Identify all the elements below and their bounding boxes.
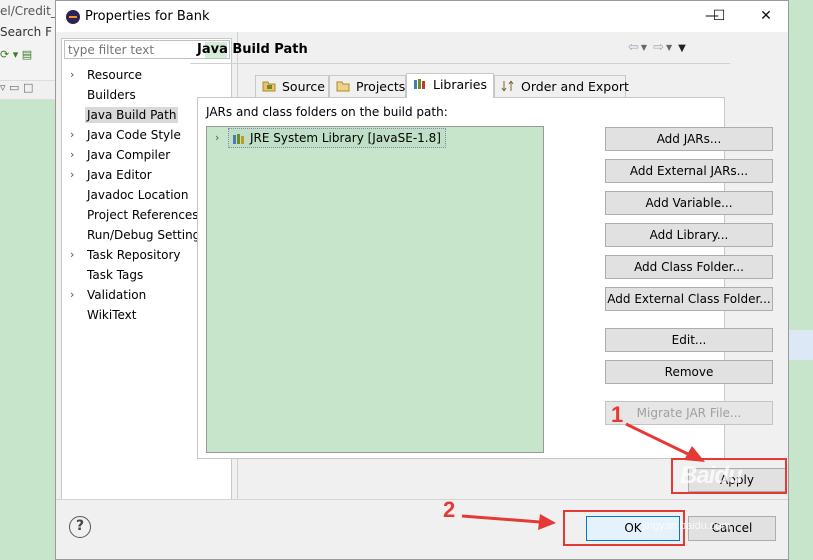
expand-arrow-icon[interactable]: ›	[70, 285, 80, 305]
maximize-view-icon[interactable]: □	[23, 81, 33, 94]
remove-button[interactable]: Remove	[605, 360, 773, 384]
tree-item-label: Task Tags	[87, 268, 144, 282]
forward-dropdown-icon[interactable]: ▼	[666, 43, 672, 52]
dialog-title: Properties for Bank	[85, 9, 210, 24]
tab-label: Order and Export	[521, 79, 629, 94]
toolbar-icon[interactable]: ▤	[22, 48, 32, 61]
tab-source[interactable]: Source	[255, 75, 329, 97]
background-toolbar: ⟳ ▾ ▤	[0, 48, 56, 72]
background-menu-label-2: F	[45, 25, 52, 39]
tree-item-label: Java Code Style	[87, 128, 181, 142]
chevron-down-icon[interactable]: ▾	[13, 48, 19, 61]
tree-item-label: Javadoc Location	[87, 188, 189, 202]
background-path-text: el/Credit_	[0, 4, 57, 18]
tree-item-label: Builders	[87, 88, 136, 102]
minimize-view-icon[interactable]: ▭	[9, 81, 19, 94]
expand-arrow-icon[interactable]: ›	[70, 145, 80, 165]
expand-arrow-icon[interactable]: ›	[70, 65, 80, 85]
background-view-toolbar: ▿ ▭ □	[0, 80, 56, 100]
maximize-button[interactable]: ☐	[704, 5, 734, 27]
tree-item-label: Java Build Path	[85, 107, 179, 123]
view-menu-icon[interactable]: ▿	[0, 81, 6, 94]
tree-item-label: Validation	[87, 288, 147, 302]
list-item-jre-system-library[interactable]: JRE System Library [JavaSE-1.8]	[228, 128, 446, 148]
tree-item-label: Project References	[87, 208, 199, 222]
libraries-list[interactable]: › JRE System Library [JavaSE-1.8]	[206, 126, 544, 453]
background-menu-search[interactable]: Search F	[0, 25, 52, 39]
background-right-highlight	[789, 330, 813, 360]
refresh-icon[interactable]: ⟳	[0, 48, 9, 61]
tree-item-label: Run/Debug Settings	[87, 228, 207, 242]
view-menu-icon[interactable]: ▼	[678, 43, 686, 54]
source-folder-icon	[262, 81, 276, 92]
add-library-button[interactable]: Add Library...	[605, 223, 773, 247]
expand-arrow-icon[interactable]: ›	[70, 125, 80, 145]
tab-label: Libraries	[433, 77, 487, 92]
projects-folder-icon	[336, 81, 350, 92]
step-2-label: 2	[443, 497, 456, 522]
edit-button[interactable]: Edit...	[605, 328, 773, 352]
close-button[interactable]: ✕	[751, 5, 781, 27]
dialog-titlebar[interactable]: Properties for Bank — ☐ ✕	[56, 1, 788, 32]
tree-item-label: WikiText	[87, 308, 137, 322]
watermark-url: jingyan.baidu.com	[642, 520, 731, 532]
tab-libraries[interactable]: Libraries	[406, 73, 494, 98]
tree-item-label: Java Editor	[87, 168, 152, 182]
watermark-logo: Baidu	[680, 462, 743, 489]
add-jars-button[interactable]: Add JARs...	[605, 127, 773, 151]
add-external-class-folder-button[interactable]: Add External Class Folder...	[605, 287, 773, 311]
expand-arrow-icon[interactable]: ›	[70, 245, 80, 265]
add-class-folder-button[interactable]: Add Class Folder...	[605, 255, 773, 279]
library-label: JRE System Library [JavaSE-1.8]	[250, 131, 441, 145]
tab-label: Projects	[356, 79, 406, 94]
history-navigation: ⇦ ▼ ⇨ ▼ ▼	[628, 40, 686, 55]
migrate-jar-button[interactable]: Migrate JAR File...	[605, 401, 773, 425]
footer-divider	[56, 499, 788, 500]
tab-projects[interactable]: Projects	[329, 75, 406, 97]
back-dropdown-icon[interactable]: ▼	[641, 43, 647, 52]
tab-label: Source	[282, 79, 325, 94]
library-icon	[233, 133, 244, 144]
step-1-label: 1	[611, 402, 624, 427]
tree-item-resource[interactable]: › Resource	[62, 65, 231, 85]
page-title: Java Build Path	[197, 42, 308, 57]
background-editor	[0, 100, 56, 560]
order-export-icon	[501, 80, 514, 92]
expand-arrow-icon[interactable]: ›	[215, 131, 219, 144]
libraries-icon	[414, 79, 425, 89]
add-external-jars-button[interactable]: Add External JARs...	[605, 159, 773, 183]
tree-item-label: Java Compiler	[87, 148, 171, 162]
back-arrow-icon[interactable]: ⇦	[628, 40, 639, 55]
tree-item-label: Task Repository	[87, 248, 181, 262]
forward-arrow-icon[interactable]: ⇨	[653, 40, 664, 55]
tab-order-and-export[interactable]: Order and Export	[494, 75, 629, 97]
background-menu-label: Search	[0, 25, 42, 39]
add-variable-button[interactable]: Add Variable...	[605, 191, 773, 215]
title-divider	[190, 63, 730, 64]
expand-arrow-icon[interactable]: ›	[70, 165, 80, 185]
build-path-heading: JARs and class folders on the build path…	[206, 105, 448, 119]
eclipse-icon	[66, 10, 80, 24]
tree-item-label: Resource	[87, 68, 143, 82]
help-icon[interactable]: ?	[69, 516, 91, 538]
